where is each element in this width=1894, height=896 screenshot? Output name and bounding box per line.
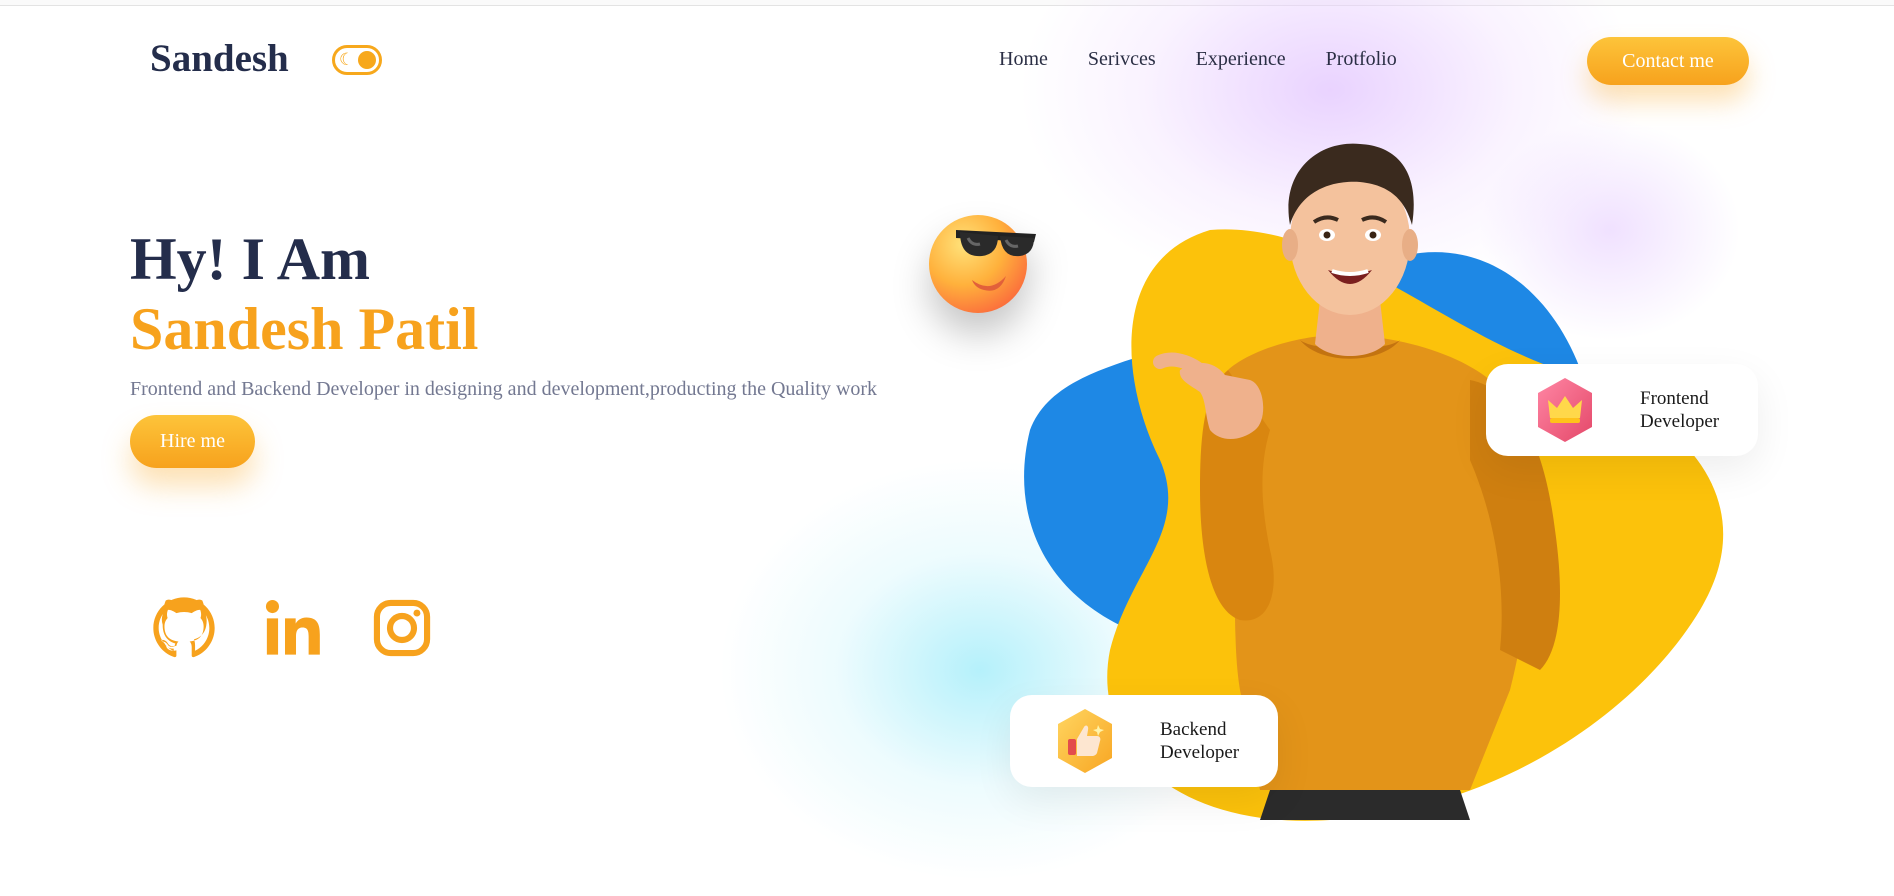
moon-icon: ☾ [339, 50, 355, 69]
backend-developer-card: Backend Developer [1010, 695, 1278, 787]
frontend-card-line1: Frontend [1640, 388, 1709, 409]
hero-greeting: Hy! I Am [130, 226, 370, 292]
main-nav: Home Serivces Experience Protfolio [999, 48, 1397, 71]
instagram-icon[interactable] [370, 596, 434, 660]
github-icon[interactable] [152, 596, 216, 660]
brand-logo[interactable]: Sandesh [150, 36, 289, 81]
toggle-knob [358, 51, 376, 69]
backend-card-line2: Developer [1160, 742, 1240, 763]
frontend-card-line2: Developer [1640, 411, 1720, 432]
theme-toggle[interactable]: ☾ [332, 45, 382, 75]
frontend-developer-card: Frontend Developer [1486, 364, 1758, 456]
nav-services[interactable]: Serivces [1088, 48, 1156, 71]
thumbs-up-icon [1058, 709, 1112, 773]
nav-portfolio[interactable]: Protfolio [1326, 48, 1397, 71]
hero-name: Sandesh Patil [130, 296, 479, 362]
contact-button[interactable]: Contact me [1587, 37, 1749, 85]
backend-card-line1: Backend [1160, 719, 1227, 740]
nav-experience[interactable]: Experience [1196, 48, 1286, 71]
crown-icon [1538, 378, 1592, 442]
linkedin-icon[interactable] [261, 596, 325, 660]
hero-description: Frontend and Backend Developer in design… [130, 378, 878, 400]
hire-me-button[interactable]: Hire me [130, 415, 255, 468]
nav-home[interactable]: Home [999, 48, 1048, 71]
